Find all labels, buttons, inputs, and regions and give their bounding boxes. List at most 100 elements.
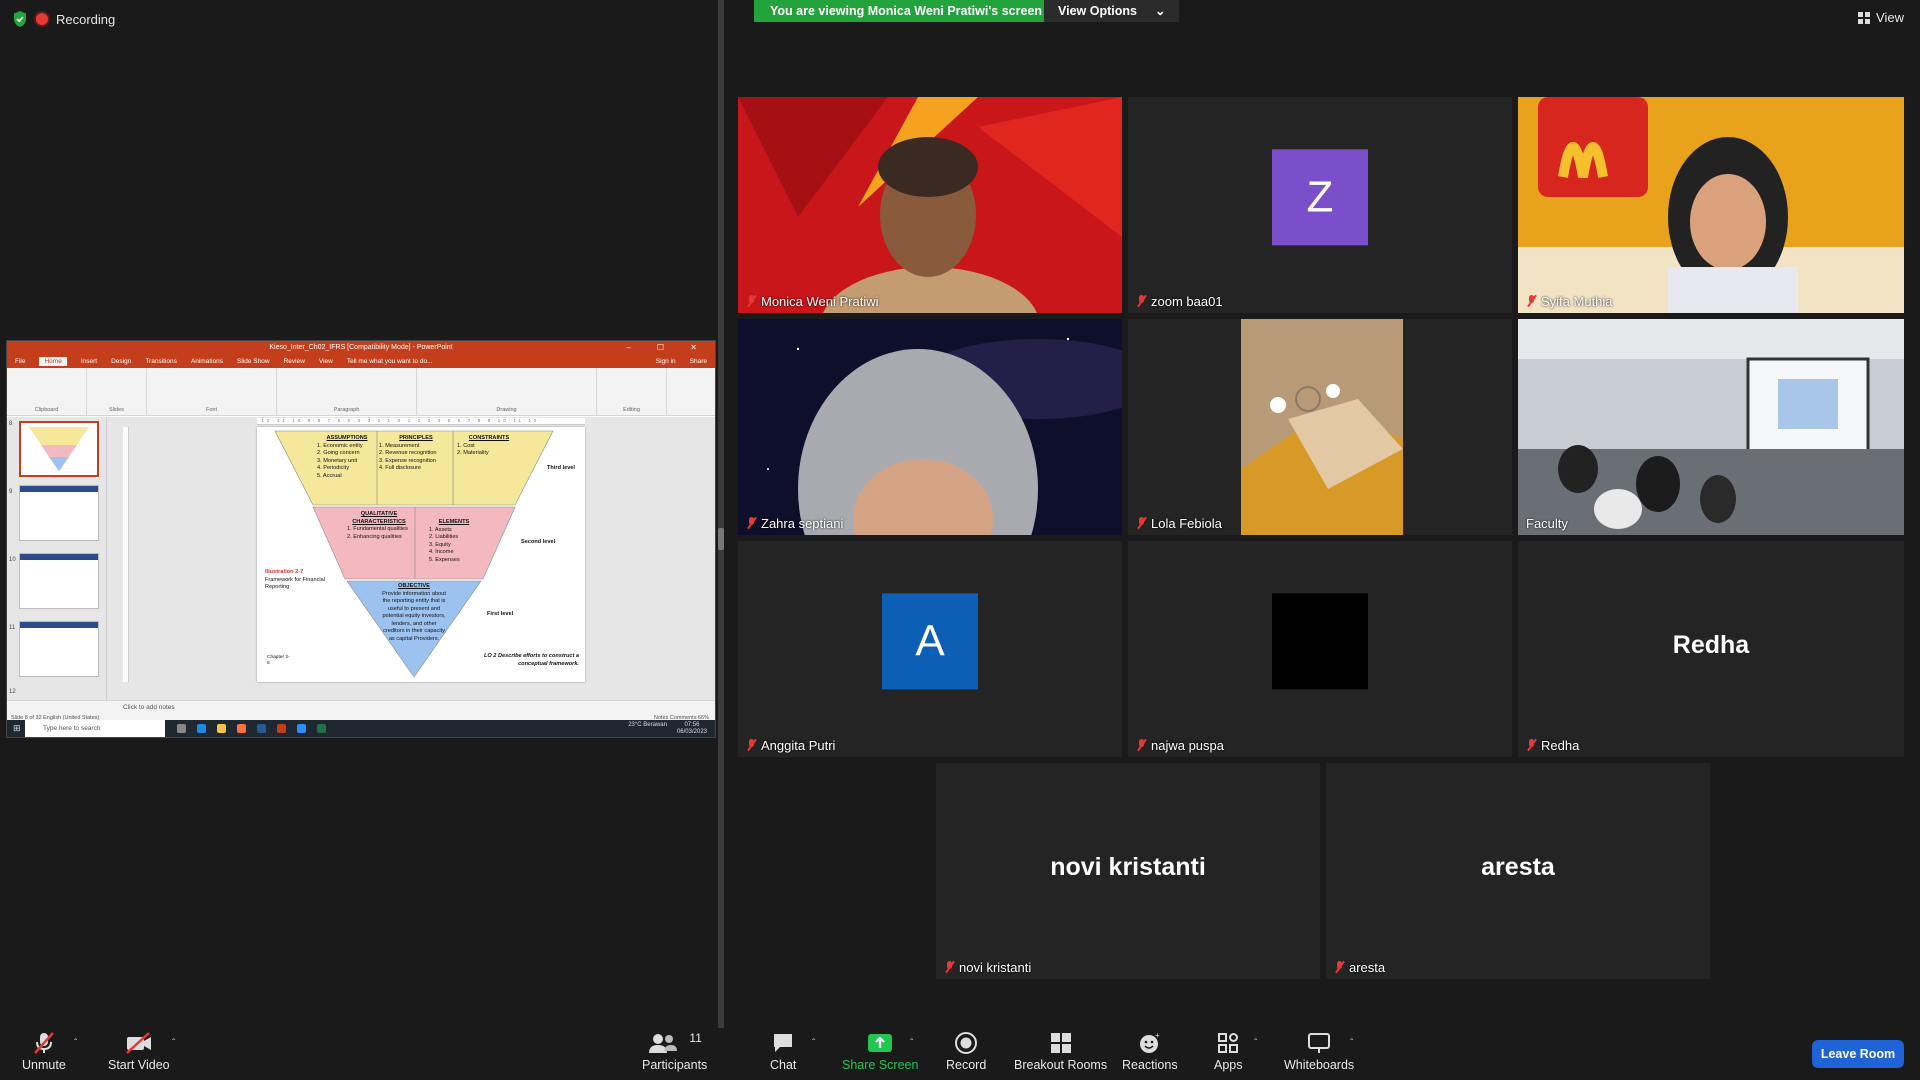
recording-dot-icon: [36, 13, 48, 25]
ppt-title-bar: Kieso_Inter_Ch02_IFRS [Compatibility Mod…: [7, 341, 715, 355]
windows-start-icon[interactable]: ⊞: [13, 723, 21, 734]
participant-name: Monica Weni Pratiwi: [746, 294, 879, 309]
assumptions-block: ASSUMPTIONS 1. Economic entity 2. Going …: [317, 435, 377, 480]
slide-thumbnail[interactable]: [19, 553, 99, 609]
audio-options-caret[interactable]: ˆ: [74, 1038, 77, 1049]
apps-options-caret[interactable]: ˆ: [1254, 1038, 1257, 1049]
mic-muted-icon: [746, 517, 757, 530]
participant-name: Faculty: [1526, 516, 1568, 531]
principle-item: 2. Revenue recognition: [379, 450, 437, 457]
zoom-icon[interactable]: [297, 724, 306, 733]
excel-icon[interactable]: [317, 724, 326, 733]
recording-indicator[interactable]: Recording: [12, 10, 115, 28]
ppt-tab[interactable]: Animations: [191, 358, 223, 365]
participant-name: novi kristanti: [944, 960, 1031, 975]
assumption-item: 3. Monetary unit: [317, 457, 358, 464]
video-options-caret[interactable]: ˆ: [172, 1038, 175, 1049]
assumption-item: 1. Economic entity: [317, 442, 363, 449]
video-tile[interactable]: Syifa Muthia: [1518, 97, 1904, 313]
ppt-share[interactable]: Share: [690, 358, 707, 365]
assumptions-heading: ASSUMPTIONS: [326, 435, 368, 441]
apps-button[interactable]: Apps: [1214, 1032, 1243, 1072]
share-screen-button[interactable]: Share Screen: [842, 1032, 918, 1072]
video-tile[interactable]: Zahra septiani: [738, 319, 1122, 535]
apps-label: Apps: [1214, 1058, 1243, 1072]
whiteboard-options-caret[interactable]: ˆ: [1350, 1038, 1353, 1049]
firefox-icon[interactable]: [237, 724, 246, 733]
ppt-tell-me[interactable]: Tell me what you want to do...: [347, 358, 433, 365]
view-button[interactable]: View: [1858, 10, 1904, 25]
record-icon: [954, 1032, 978, 1054]
ppt-tab[interactable]: Transitions: [145, 358, 177, 365]
powerpoint-icon[interactable]: [277, 724, 286, 733]
start-video-button[interactable]: Start Video: [108, 1032, 170, 1072]
video-tile[interactable]: Z zoom baa01: [1128, 97, 1512, 313]
chat-options-caret[interactable]: ˆ: [812, 1038, 815, 1049]
breakout-rooms-button[interactable]: Breakout Rooms: [1014, 1032, 1107, 1072]
record-button[interactable]: Record: [946, 1032, 986, 1072]
video-tile[interactable]: novi kristanti novi kristanti: [936, 763, 1320, 979]
video-tile[interactable]: Redha Redha: [1518, 541, 1904, 757]
slide-thumbnail[interactable]: [19, 421, 99, 477]
split-divider[interactable]: [718, 0, 724, 1028]
current-slide[interactable]: ASSUMPTIONS 1. Economic entity 2. Going …: [257, 427, 585, 682]
ribbon-group-label: Slides: [109, 407, 124, 413]
slide-thumbnail[interactable]: [19, 621, 99, 677]
whiteboards-label: Whiteboards: [1284, 1058, 1355, 1072]
share-options-caret[interactable]: ˆ: [910, 1038, 913, 1049]
participant-name: Syifa Muthia: [1526, 294, 1613, 309]
ppt-tab[interactable]: File: [15, 358, 25, 365]
ppt-window-title: Kieso_Inter_Ch02_IFRS [Compatibility Mod…: [269, 344, 453, 351]
objective-block: OBJECTIVE Provide information about the …: [381, 583, 447, 643]
system-clock[interactable]: 07:56 06/03/2023: [677, 722, 707, 735]
view-options-button[interactable]: View Options ⌄: [1044, 0, 1180, 22]
qualitative-heading: QUALITATIVE CHARACTERISTICS: [352, 511, 406, 525]
qualitative-block: QUALITATIVE CHARACTERISTICS 1. Fundament…: [347, 511, 411, 541]
mic-muted-icon: [1136, 739, 1147, 752]
notes-area[interactable]: Click to add notes: [7, 700, 715, 714]
video-tile[interactable]: najwa puspa: [1128, 541, 1512, 757]
chat-button[interactable]: Chat: [770, 1032, 796, 1072]
ppt-tab[interactable]: Insert: [81, 358, 97, 365]
ppt-tab[interactable]: Design: [111, 358, 131, 365]
ppt-tab-active[interactable]: Home: [39, 357, 67, 366]
word-icon[interactable]: [257, 724, 266, 733]
shared-screen[interactable]: Kieso_Inter_Ch02_IFRS [Compatibility Mod…: [6, 340, 716, 738]
whiteboards-button[interactable]: Whiteboards: [1284, 1032, 1354, 1072]
split-drag-handle[interactable]: [718, 528, 724, 550]
video-tile[interactable]: Monica Weni Pratiwi: [738, 97, 1122, 313]
unmute-button[interactable]: Unmute: [22, 1032, 66, 1072]
video-tile[interactable]: Faculty: [1518, 319, 1904, 535]
participant-name: Anggita Putri: [746, 738, 835, 753]
element-item: 5. Expenses: [429, 556, 460, 563]
participant-name-text: novi kristanti: [959, 960, 1032, 975]
security-shield-icon[interactable]: [12, 10, 28, 28]
window-controls-icon: – ☐ ✕: [626, 343, 709, 352]
share-screen-icon: [867, 1032, 893, 1054]
windows-taskbar: ⊞ Type here to search 23°C Berawan 07:56…: [7, 720, 715, 737]
file-explorer-icon[interactable]: [217, 724, 226, 733]
ppt-tab[interactable]: Slide Show: [237, 358, 270, 365]
mic-muted-icon: [1526, 295, 1537, 308]
qualitative-item: 2. Enhancing qualities: [347, 533, 402, 540]
slide-thumbnail-pane: 8 9 10 11 12: [7, 417, 107, 700]
ppt-sign-in[interactable]: Sign in: [656, 358, 676, 365]
element-item: 4. Income: [429, 549, 454, 556]
ppt-tab[interactable]: View: [319, 358, 333, 365]
participants-button[interactable]: 11 Participants: [642, 1031, 707, 1072]
weather-widget[interactable]: 23°C Berawan: [628, 722, 667, 735]
ribbon-group-label: Font: [205, 407, 217, 413]
ribbon-group-slides: Slides: [87, 368, 147, 415]
taskbar-search[interactable]: Type here to search: [25, 720, 165, 737]
slide-thumbnail[interactable]: [19, 485, 99, 541]
video-tile[interactable]: aresta aresta: [1326, 763, 1710, 979]
ppt-tab[interactable]: Review: [284, 358, 305, 365]
constraints-block: CONSTRAINTS 1. Cost 2. Materiality: [457, 435, 521, 458]
element-item: 2. Liabilities: [429, 534, 459, 541]
video-tile[interactable]: A Anggita Putri: [738, 541, 1122, 757]
edge-icon[interactable]: [197, 724, 206, 733]
reactions-button[interactable]: + Reactions: [1122, 1031, 1178, 1072]
leave-room-button[interactable]: Leave Room: [1812, 1040, 1904, 1068]
video-tile[interactable]: Lola Febiola: [1128, 319, 1512, 535]
task-view-icon[interactable]: [177, 724, 186, 733]
